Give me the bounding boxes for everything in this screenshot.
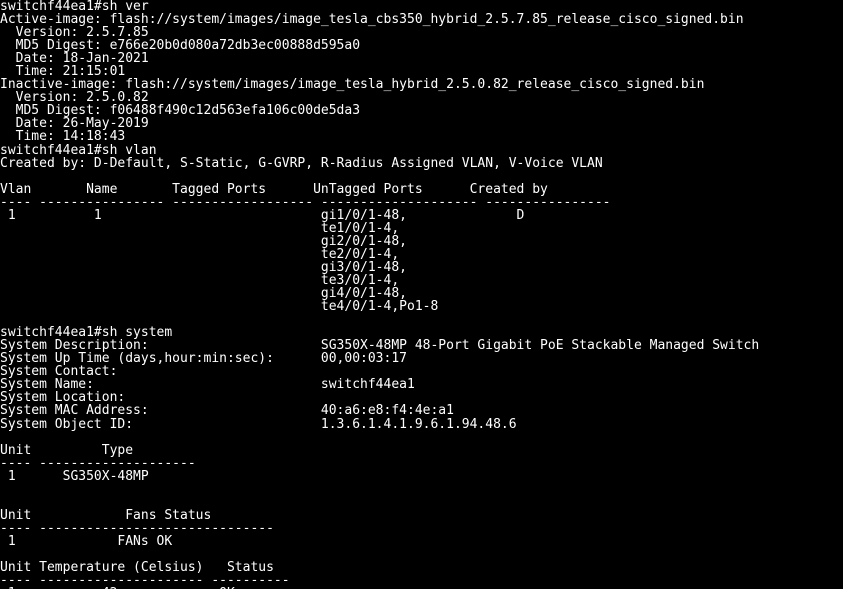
terminal-line-12: Created by: D-Default, S-Static, G-GVRP,… — [0, 155, 603, 171]
terminal-line-35: ---- -------------------- — [0, 455, 196, 471]
terminal-line-13 — [0, 170, 843, 183]
terminal-line-14: Vlan Name Tagged Ports UnTagged Ports Cr… — [0, 181, 548, 197]
terminal-line-41: 1 FANs OK — [0, 533, 173, 549]
terminal-line-40: ---- ------------------------------ — [0, 520, 274, 536]
terminal-line-23: te4/0/1-4,Po1-8 — [0, 299, 439, 315]
terminal-line-34: Unit Type — [0, 442, 134, 458]
terminal-line-32: System Object ID: 1.3.6.1.4.1.9.6.1.94.4… — [0, 416, 517, 432]
terminal-line-31: System MAC Address: 40:a6:e8:f4:4e:a1 — [0, 403, 454, 419]
terminal-line-18: gi2/0/1-48, — [0, 233, 407, 249]
terminal-line-10: Time: 14:18:43 — [0, 129, 126, 145]
terminal-line-36: 1 SG350X-48MP — [0, 468, 149, 484]
terminal-line-39: Unit Fans Status — [0, 507, 212, 523]
terminal-line-38 — [0, 496, 843, 509]
terminal-line-16: 1 1 gi1/0/1-48, D — [0, 207, 525, 223]
terminal-line-15: ---- ---------------- ------------------… — [0, 194, 611, 210]
terminal-line-9: Date: 26-May-2019 — [0, 116, 149, 132]
terminal-line-29: System Name: switchf44ea1 — [0, 377, 415, 393]
terminal-line-27: System Up Time (days,hour:min:sec): 00,0… — [0, 351, 407, 367]
terminal-line-17: te1/0/1-4, — [0, 220, 400, 236]
terminal-screen[interactable]: switchf44ea1#sh ver Active-image: flash:/… — [0, 0, 843, 589]
terminal-line-4: Date: 18-Jan-2021 — [0, 51, 149, 67]
terminal-line-37 — [0, 483, 843, 496]
terminal-line-19: te2/0/1-4, — [0, 246, 400, 262]
terminal-line-11: switchf44ea1#sh vlan — [0, 142, 157, 158]
terminal-line-33 — [0, 431, 843, 444]
